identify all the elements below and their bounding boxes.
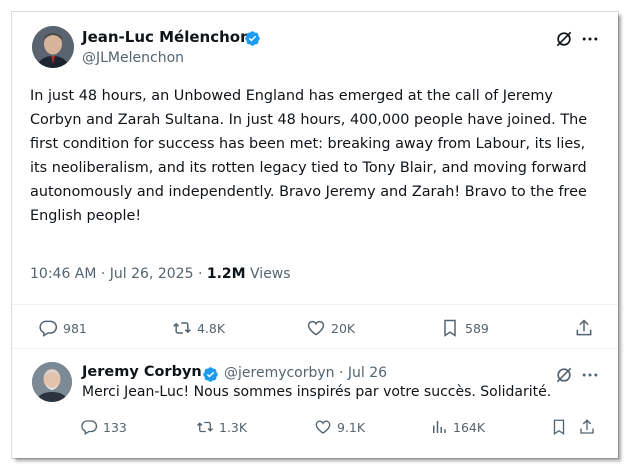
reply-text: Merci Jean-Luc! Nous sommes inspirés par…: [82, 384, 552, 400]
bookmark-count: 589: [465, 320, 489, 336]
reply-repost-count: 1.3K: [219, 419, 248, 435]
reply-repost-button[interactable]: 1.3K: [196, 418, 247, 436]
views-count: 1.2M: [206, 266, 246, 282]
like-icon: [306, 318, 331, 338]
views-icon: [430, 418, 453, 436]
share-icon: [578, 418, 601, 436]
tweet-timestamp[interactable]: 10:46 AM · Jul 26, 2025 ·: [30, 266, 202, 282]
reply-icon: [38, 318, 63, 338]
repost-count: 4.8K: [197, 320, 226, 336]
divider: [12, 304, 618, 305]
avatar-corbyn[interactable]: [32, 362, 72, 402]
reply-author-name[interactable]: Jeremy Corbyn: [82, 364, 202, 380]
tweet-meta: 10:46 AM · Jul 26, 2025 · 1.2M Views: [30, 266, 291, 282]
repost-icon: [196, 418, 219, 436]
views-label: Views: [250, 266, 291, 282]
share-icon: [574, 318, 599, 338]
bookmark-icon: [550, 418, 573, 436]
like-count: 20K: [331, 320, 356, 336]
author-name[interactable]: Jean-Luc Mélenchon: [82, 28, 251, 46]
reply-like-button[interactable]: 9.1K: [314, 418, 365, 436]
like-icon: [314, 418, 337, 436]
reply-author-handle[interactable]: @jeremycorbyn · Jul 26: [224, 365, 387, 381]
reply-icon: [80, 418, 103, 436]
divider: [12, 348, 618, 349]
tweet-text: In just 48 hours, an Unbowed England has…: [30, 88, 588, 224]
bookmark-button[interactable]: 589: [440, 318, 489, 338]
like-button[interactable]: 20K: [306, 318, 355, 338]
reply-bookmark-button[interactable]: [550, 418, 573, 436]
share-button[interactable]: [574, 318, 599, 338]
verified-badge-icon: [244, 30, 261, 47]
grok-icon[interactable]: [554, 29, 574, 49]
repost-icon: [172, 318, 197, 338]
reply-count: 981: [63, 320, 87, 336]
reply-reply-button[interactable]: 133: [80, 418, 127, 436]
grok-icon[interactable]: [554, 365, 574, 385]
author-handle[interactable]: @JLMelenchon: [82, 50, 184, 66]
reply-share-button[interactable]: [578, 418, 601, 436]
reply-reply-count: 133: [103, 419, 127, 435]
more-icon[interactable]: [580, 29, 600, 49]
tweet-card: Jean-Luc Mélenchon @JLMelenchon In just …: [12, 12, 618, 458]
repost-button[interactable]: 4.8K: [172, 318, 225, 338]
reply-button[interactable]: 981: [38, 318, 87, 338]
verified-badge-icon: [202, 366, 219, 383]
avatar-melenchon[interactable]: [32, 26, 74, 68]
reply-views-button[interactable]: 164K: [430, 418, 485, 436]
bookmark-icon: [440, 318, 465, 338]
reply-like-count: 9.1K: [337, 419, 366, 435]
reply-views-count: 164K: [453, 419, 486, 435]
more-icon[interactable]: [580, 365, 600, 385]
